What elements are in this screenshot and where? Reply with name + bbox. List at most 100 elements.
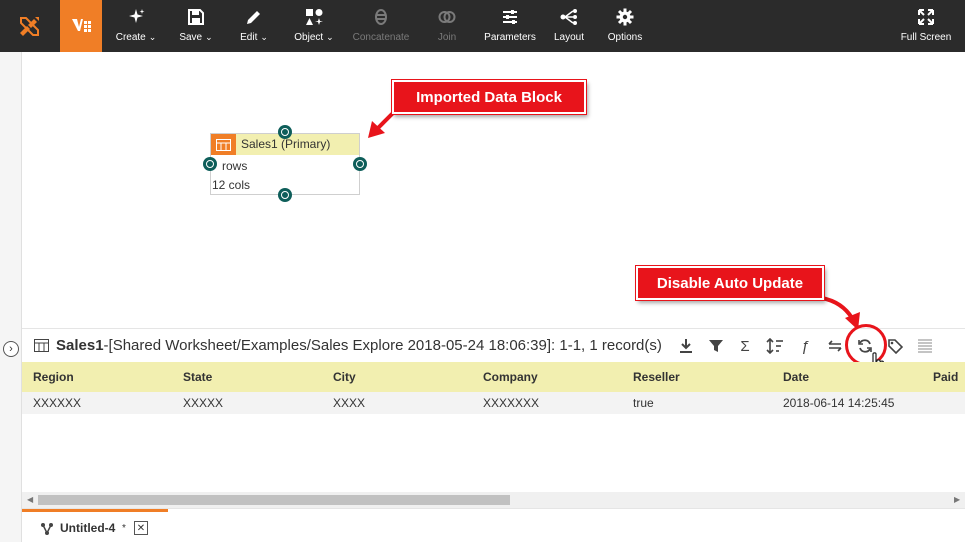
gear-icon [616, 8, 634, 26]
create-label: Create [115, 32, 146, 43]
scroll-left-icon[interactable]: ◀ [27, 495, 33, 504]
floppy-icon [188, 9, 204, 25]
panel-block-name: Sales1 [56, 337, 104, 354]
options-label: Options [607, 32, 643, 43]
column-header-date[interactable]: Date [783, 370, 809, 384]
pencil-icon [247, 11, 260, 24]
table-icon [34, 339, 49, 352]
tab-untitled-4[interactable]: Untitled-4 * ✕ [22, 509, 168, 542]
lines-icon [918, 339, 932, 353]
join-button[interactable]: Join [430, 0, 464, 52]
arrow-to-refresh [821, 296, 860, 330]
sigma-icon: Σ [740, 337, 750, 355]
column-header-state[interactable]: State [183, 370, 212, 384]
cell-region: XXXXXX [33, 396, 82, 410]
concatenate-button[interactable]: Concatenate [348, 0, 414, 52]
main-toolbar: Create ⌄ Save ⌄ Edit ⌄ Object ⌄ Concatenate … [0, 0, 965, 52]
column-header-city[interactable]: City [333, 370, 356, 384]
sort-icon [766, 338, 783, 354]
join-handle-left[interactable] [203, 157, 217, 171]
column-header-reseller[interactable]: Reseller [633, 370, 680, 384]
filter-icon [709, 340, 723, 352]
layout-tree-icon [560, 9, 577, 25]
data-block-cols: 12 cols [212, 178, 251, 192]
save-label: Save [179, 32, 203, 43]
sort-button[interactable] [766, 337, 784, 355]
data-block-sales1[interactable]: Sales1 (Primary) rows 12 cols [210, 133, 360, 195]
sliders-icon [503, 10, 517, 24]
column-header-company[interactable]: Company [483, 370, 538, 384]
app-logo[interactable] [0, 0, 60, 52]
chevron-down-icon: ⌄ [205, 32, 213, 42]
join-label: Join [437, 32, 457, 43]
filter-button[interactable] [707, 337, 725, 355]
callout-disable-auto-update: Disable Auto Update [636, 266, 824, 300]
function-icon: ƒ [800, 337, 810, 355]
grid-header-row: Region State City Company Reseller Date … [22, 362, 965, 392]
data-worksheet-icon [41, 523, 53, 535]
worksheet-tab-bar: Untitled-4 * ✕ [22, 508, 965, 542]
chevron-down-icon: ⌄ [260, 32, 268, 42]
swap-icon [828, 340, 842, 352]
layout-button[interactable]: Layout [550, 0, 588, 52]
chevron-down-icon: ⌄ [148, 32, 157, 42]
shapes-icon [306, 9, 323, 25]
tag-icon [888, 339, 903, 354]
cell-company: XXXXXXX [483, 396, 540, 410]
chevron-right-icon: › [9, 343, 13, 355]
data-block-title: Sales1 (Primary) [241, 137, 331, 151]
rows-button[interactable] [916, 337, 934, 355]
concat-handle-bottom[interactable] [278, 188, 292, 202]
worksheet-panel-header: Sales1-[Shared Worksheet/Examples/Sales … [22, 328, 965, 362]
composer-icon [72, 19, 91, 32]
tab-label: Untitled-4 [60, 521, 116, 535]
cell-reseller: true [633, 396, 654, 410]
tag-button[interactable] [886, 337, 904, 355]
parameters-label: Parameters [484, 32, 536, 43]
expand-panel-button[interactable]: › [3, 341, 19, 357]
table-row[interactable]: XXXXXX XXXXX XXXX XXXXXXX true 2018-06-1… [22, 392, 965, 414]
join-icon [438, 11, 456, 23]
scrollbar-thumb[interactable] [38, 495, 510, 505]
data-block-rows: rows [222, 159, 248, 173]
scroll-right-icon[interactable]: ▶ [954, 495, 960, 504]
callout-imported-data-block: Imported Data Block [392, 80, 586, 114]
concat-handle-top[interactable] [278, 125, 292, 139]
object-button[interactable]: Object ⌄ [290, 0, 338, 52]
left-gutter: › [0, 52, 22, 542]
parameters-button[interactable]: Parameters [480, 0, 540, 52]
cell-state: XXXXX [183, 396, 224, 410]
concatenate-label: Concatenate [352, 32, 410, 43]
join-handle-right[interactable] [353, 157, 367, 171]
column-header-paid[interactable]: Paid [933, 370, 958, 384]
concatenate-icon [375, 9, 387, 25]
fullscreen-icon [918, 9, 934, 25]
close-icon[interactable]: ✕ [134, 521, 148, 535]
sparkle-icon [129, 9, 145, 23]
options-button[interactable]: Options [604, 0, 646, 52]
chevron-down-icon: ⌄ [326, 32, 334, 42]
object-label: Object [294, 32, 324, 43]
save-button[interactable]: Save ⌄ [174, 0, 218, 52]
fullscreen-label: Full Screen [900, 32, 952, 43]
table-icon [211, 134, 236, 155]
export-button[interactable] [677, 337, 695, 355]
panel-title: Sales1-[Shared Worksheet/Examples/Sales … [56, 337, 662, 354]
fullscreen-button[interactable]: Full Screen [896, 0, 956, 52]
edit-label: Edit [240, 32, 258, 43]
visual-composer-tab[interactable] [60, 0, 102, 52]
column-header-region[interactable]: Region [33, 370, 74, 384]
panel-path: -[Shared Worksheet/Examples/Sales Explor… [103, 337, 662, 354]
logo-icon [20, 17, 39, 36]
horizontal-scrollbar[interactable]: ◀ ▶ [22, 492, 965, 508]
edit-button[interactable]: Edit ⌄ [234, 0, 274, 52]
download-icon [680, 339, 692, 353]
create-button[interactable]: Create ⌄ [112, 0, 160, 52]
cell-date: 2018-06-14 14:25:45 [783, 396, 895, 410]
aggregate-button[interactable]: Σ [736, 337, 754, 355]
transform-button[interactable] [826, 337, 844, 355]
formula-button[interactable]: ƒ [796, 337, 814, 355]
layout-label: Layout [553, 32, 585, 43]
cell-city: XXXX [333, 396, 366, 410]
unsaved-marker: * [122, 523, 126, 534]
